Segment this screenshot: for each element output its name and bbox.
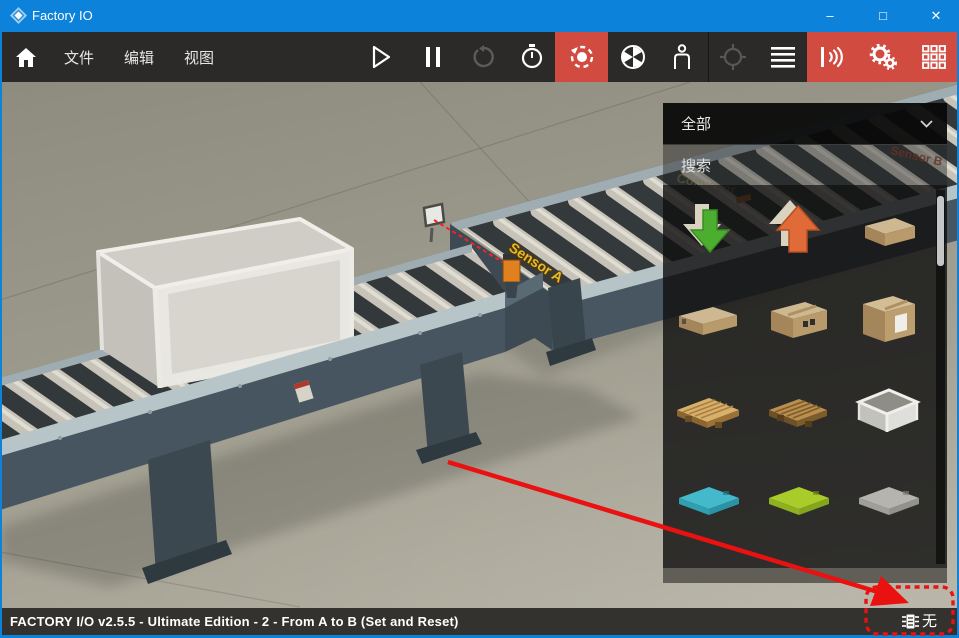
part-item-large-box[interactable] xyxy=(844,275,934,365)
reflector xyxy=(424,204,444,226)
small-box-icon xyxy=(851,198,927,262)
menu-view[interactable]: 视图 xyxy=(177,32,221,82)
driver-chip-icon[interactable] xyxy=(901,612,920,631)
play-button[interactable] xyxy=(359,32,403,82)
green-down-arrow-icon xyxy=(671,198,747,262)
sensor-a xyxy=(503,260,520,282)
part-item-small-box[interactable] xyxy=(844,185,934,275)
toolbar-divider xyxy=(708,32,709,82)
light-pallet-icon xyxy=(671,378,747,442)
titlebar: Factory IO – □ ✕ xyxy=(0,0,959,32)
parts-search-input[interactable]: 搜索 xyxy=(663,145,947,185)
part-item-orange-up-arrow[interactable] xyxy=(754,185,844,275)
drivers-button[interactable] xyxy=(859,32,907,82)
chevron-down-icon xyxy=(920,120,933,128)
play-icon xyxy=(371,45,392,69)
part-item-green-down-arrow[interactable] xyxy=(664,185,754,275)
menu-edit[interactable]: 编辑 xyxy=(117,32,161,82)
reset-icon xyxy=(472,45,496,69)
target-icon xyxy=(720,44,746,70)
parts-filter-dropdown[interactable]: 全部 xyxy=(663,103,947,145)
flat-box-icon xyxy=(671,288,747,352)
parts-grid xyxy=(663,185,947,568)
part-item-grey-pad[interactable] xyxy=(844,455,934,545)
part-item-stackable-crate[interactable] xyxy=(844,365,934,455)
close-button[interactable]: ✕ xyxy=(913,0,959,32)
dark-pallet-icon xyxy=(761,378,837,442)
panel-bottom-strip xyxy=(663,568,947,583)
stopwatch-icon xyxy=(520,44,544,70)
list-view-button[interactable] xyxy=(761,32,805,82)
menu-file[interactable]: 文件 xyxy=(57,32,101,82)
home-icon xyxy=(14,46,38,68)
part-item-medium-box[interactable] xyxy=(754,275,844,365)
app-window: Factory IO – □ ✕ 文件 编辑 视图 xyxy=(0,0,959,638)
statusbar: FACTORY I/O v2.5.5 - Ultimate Edition - … xyxy=(0,608,959,635)
grey-pad-icon xyxy=(851,468,927,532)
app-logo-icon xyxy=(10,7,27,24)
stackable-crate-icon xyxy=(851,378,927,442)
first-person-icon xyxy=(672,44,692,70)
part-item-green-pad[interactable] xyxy=(754,455,844,545)
pause-button[interactable] xyxy=(411,32,455,82)
orange-up-arrow-icon xyxy=(761,198,837,262)
orbit-camera-button[interactable] xyxy=(555,32,608,82)
fly-camera-icon xyxy=(620,44,646,70)
window-border-left xyxy=(0,32,2,638)
fly-camera-button[interactable] xyxy=(611,32,655,82)
large-box-icon xyxy=(851,288,927,352)
driver-selection[interactable]: 无 xyxy=(922,608,937,635)
part-item-light-pallet[interactable] xyxy=(664,365,754,455)
part-item-flat-box[interactable] xyxy=(664,275,754,365)
window-title: Factory IO xyxy=(32,0,93,32)
part-item-dark-pallet[interactable] xyxy=(754,365,844,455)
target-button[interactable] xyxy=(711,32,755,82)
list-view-icon xyxy=(771,46,795,68)
sensor-tags-button[interactable] xyxy=(807,32,857,82)
reset-button[interactable] xyxy=(462,32,506,82)
parts-scrollbar-thumb[interactable] xyxy=(937,196,944,266)
search-placeholder: 搜索 xyxy=(681,155,711,176)
orbit-camera-icon xyxy=(569,44,595,70)
parts-palette-icon xyxy=(922,45,946,69)
minimize-button[interactable]: – xyxy=(807,0,853,32)
parts-scrollbar[interactable] xyxy=(936,190,945,564)
part-item-cyan-pad[interactable] xyxy=(664,455,754,545)
first-person-button[interactable] xyxy=(660,32,704,82)
pause-icon xyxy=(425,46,441,68)
drivers-gear-icon xyxy=(869,44,897,70)
maximize-button[interactable]: □ xyxy=(860,0,906,32)
green-pad-icon xyxy=(761,468,837,532)
cyan-pad-icon xyxy=(671,468,747,532)
toolbar: 文件 编辑 视图 xyxy=(0,32,959,82)
status-text: FACTORY I/O v2.5.5 - Ultimate Edition - … xyxy=(10,608,459,635)
medium-box-icon xyxy=(761,288,837,352)
sensor-tags-icon xyxy=(819,45,845,69)
parts-palette-button[interactable] xyxy=(909,32,959,82)
stopwatch-button[interactable] xyxy=(510,32,554,82)
parts-filter-value: 全部 xyxy=(681,113,711,134)
home-button[interactable] xyxy=(4,32,48,82)
